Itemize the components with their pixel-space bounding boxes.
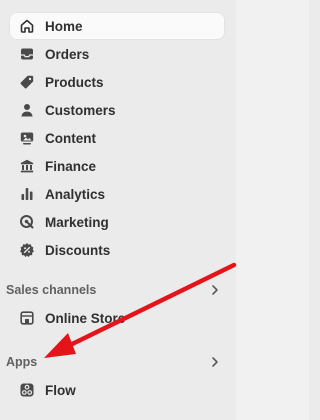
sidebar-item-label: Discounts (45, 242, 111, 258)
tag-icon (18, 73, 36, 91)
chevron-right-icon[interactable] (208, 283, 222, 297)
sidebar-item-products[interactable]: Products (9, 68, 225, 96)
sales-channels-header[interactable]: Sales channels (0, 278, 228, 302)
sidebar-item-analytics[interactable]: Analytics (9, 180, 225, 208)
person-icon (18, 101, 36, 119)
bar-chart-icon (18, 185, 36, 203)
sidebar-item-discounts[interactable]: Discounts (9, 236, 225, 264)
discount-icon (18, 241, 36, 259)
sidebar-item-label: Online Store (45, 310, 126, 326)
sidebar-item-label: Products (45, 74, 104, 90)
sidebar-item-flow[interactable]: Flow (9, 376, 225, 404)
sidebar-item-label: Flow (45, 382, 76, 398)
sidebar: Home Orders Products Customers Content F… (0, 0, 236, 420)
apps-header[interactable]: Apps (0, 350, 228, 374)
apps-title: Apps (6, 355, 38, 369)
sidebar-item-label: Home (45, 18, 83, 34)
target-icon (18, 213, 36, 231)
sidebar-item-home[interactable]: Home (9, 12, 225, 40)
inbox-icon (18, 45, 36, 63)
chevron-right-icon[interactable] (208, 355, 222, 369)
sidebar-item-label: Analytics (45, 186, 106, 202)
store-icon (18, 309, 36, 327)
sidebar-item-customers[interactable]: Customers (9, 96, 225, 124)
sales-channels-title: Sales channels (6, 283, 97, 297)
sidebar-item-label: Customers (45, 102, 116, 118)
sidebar-item-finance[interactable]: Finance (9, 152, 225, 180)
home-icon (18, 17, 36, 35)
sidebar-item-label: Marketing (45, 214, 109, 230)
main-content-area (236, 0, 309, 420)
sidebar-item-marketing[interactable]: Marketing (9, 208, 225, 236)
sidebar-item-content[interactable]: Content (9, 124, 225, 152)
sidebar-item-label: Finance (45, 158, 97, 174)
sidebar-item-orders[interactable]: Orders (9, 40, 225, 68)
image-icon (18, 129, 36, 147)
flow-icon (18, 381, 36, 399)
bank-icon (18, 157, 36, 175)
sidebar-item-label: Orders (45, 46, 90, 62)
sidebar-item-online-store[interactable]: Online Store (9, 304, 225, 332)
sidebar-item-label: Content (45, 130, 96, 146)
